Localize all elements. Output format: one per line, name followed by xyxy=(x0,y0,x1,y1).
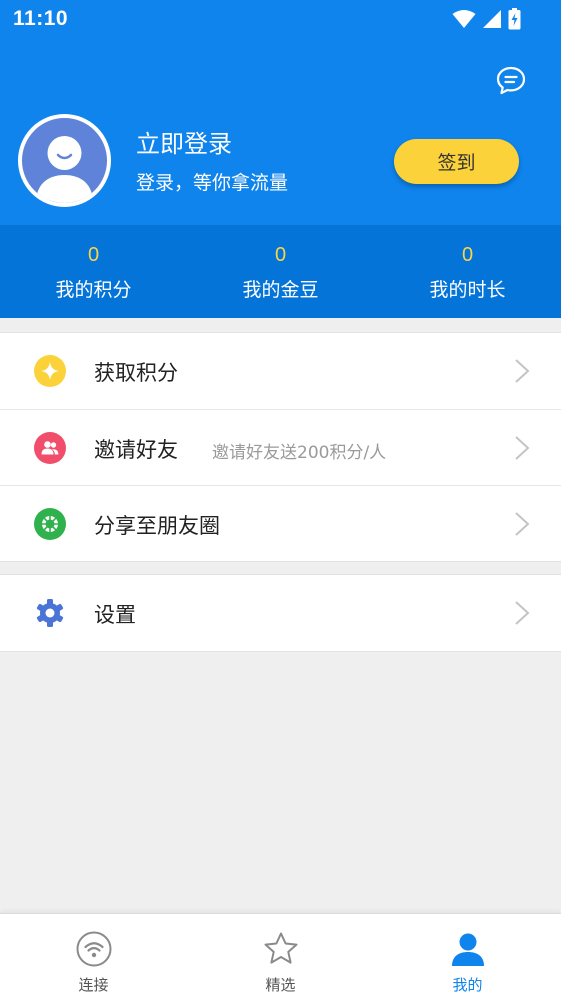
moments-icon xyxy=(34,508,66,540)
stat-duration[interactable]: 0 我的时长 xyxy=(374,225,561,318)
cell-signal-icon xyxy=(483,10,501,28)
tab-connect[interactable]: 连接 xyxy=(0,914,187,999)
tab-label: 精选 xyxy=(265,976,296,994)
profile-header: 11:10 立即登录 登录，等你拿流量 签到 xyxy=(0,0,561,225)
status-bar: 11:10 xyxy=(0,0,561,40)
stat-value: 0 xyxy=(87,244,100,266)
menu-item-get-points[interactable]: 获取积分 xyxy=(0,333,561,409)
tab-mine[interactable]: 我的 xyxy=(374,914,561,999)
stat-label: 我的积分 xyxy=(55,279,132,301)
menu-item-settings[interactable]: 设置 xyxy=(0,575,561,651)
stat-label: 我的金豆 xyxy=(242,279,319,301)
tab-featured[interactable]: 精选 xyxy=(187,914,374,999)
battery-icon xyxy=(508,8,521,30)
tab-label: 连接 xyxy=(78,976,109,994)
menu-label: 邀请好友 xyxy=(94,438,178,462)
wifi-signal-icon xyxy=(452,10,476,28)
menu-description: 邀请好友送200积分/人 xyxy=(212,443,387,463)
users-icon xyxy=(34,432,66,464)
star-outline-icon xyxy=(262,930,300,968)
chevron-right-icon xyxy=(515,359,530,383)
avatar[interactable] xyxy=(18,114,111,207)
menu-label: 获取积分 xyxy=(94,361,178,385)
star-icon xyxy=(34,355,66,387)
checkin-button[interactable]: 签到 xyxy=(394,139,519,184)
stat-value: 0 xyxy=(461,244,474,266)
gear-icon xyxy=(34,597,66,629)
default-avatar-icon xyxy=(36,136,93,203)
menu-group-settings: 设置 xyxy=(0,574,561,652)
chevron-right-icon xyxy=(515,601,530,625)
stat-points[interactable]: 0 我的积分 xyxy=(0,225,187,318)
stat-value: 0 xyxy=(274,244,287,266)
chat-bubble-icon xyxy=(496,66,526,95)
chevron-right-icon xyxy=(515,436,530,460)
bottom-tab-bar: 连接 精选 我的 xyxy=(0,913,561,999)
menu-label: 分享至朋友圈 xyxy=(94,514,220,538)
menu-label: 设置 xyxy=(94,603,136,627)
stat-gold-beans[interactable]: 0 我的金豆 xyxy=(187,225,374,318)
login-title[interactable]: 立即登录 xyxy=(136,124,232,159)
tab-label: 我的 xyxy=(452,976,483,994)
chevron-right-icon xyxy=(515,512,530,536)
menu-item-share-moments[interactable]: 分享至朋友圈 xyxy=(0,485,561,561)
login-subtitle: 登录，等你拿流量 xyxy=(136,172,289,194)
status-icons xyxy=(452,8,521,30)
stat-label: 我的时长 xyxy=(429,279,506,301)
message-button[interactable] xyxy=(493,63,529,99)
status-time: 11:10 xyxy=(13,7,69,30)
menu-item-invite-friends[interactable]: 邀请好友 邀请好友送200积分/人 xyxy=(0,409,561,485)
stats-bar: 0 我的积分 0 我的金豆 0 我的时长 xyxy=(0,225,561,318)
menu-group-main: 获取积分 邀请好友 邀请好友送200积分/人 分享至朋友圈 xyxy=(0,332,561,562)
wifi-icon xyxy=(75,930,113,968)
person-icon xyxy=(449,930,487,968)
